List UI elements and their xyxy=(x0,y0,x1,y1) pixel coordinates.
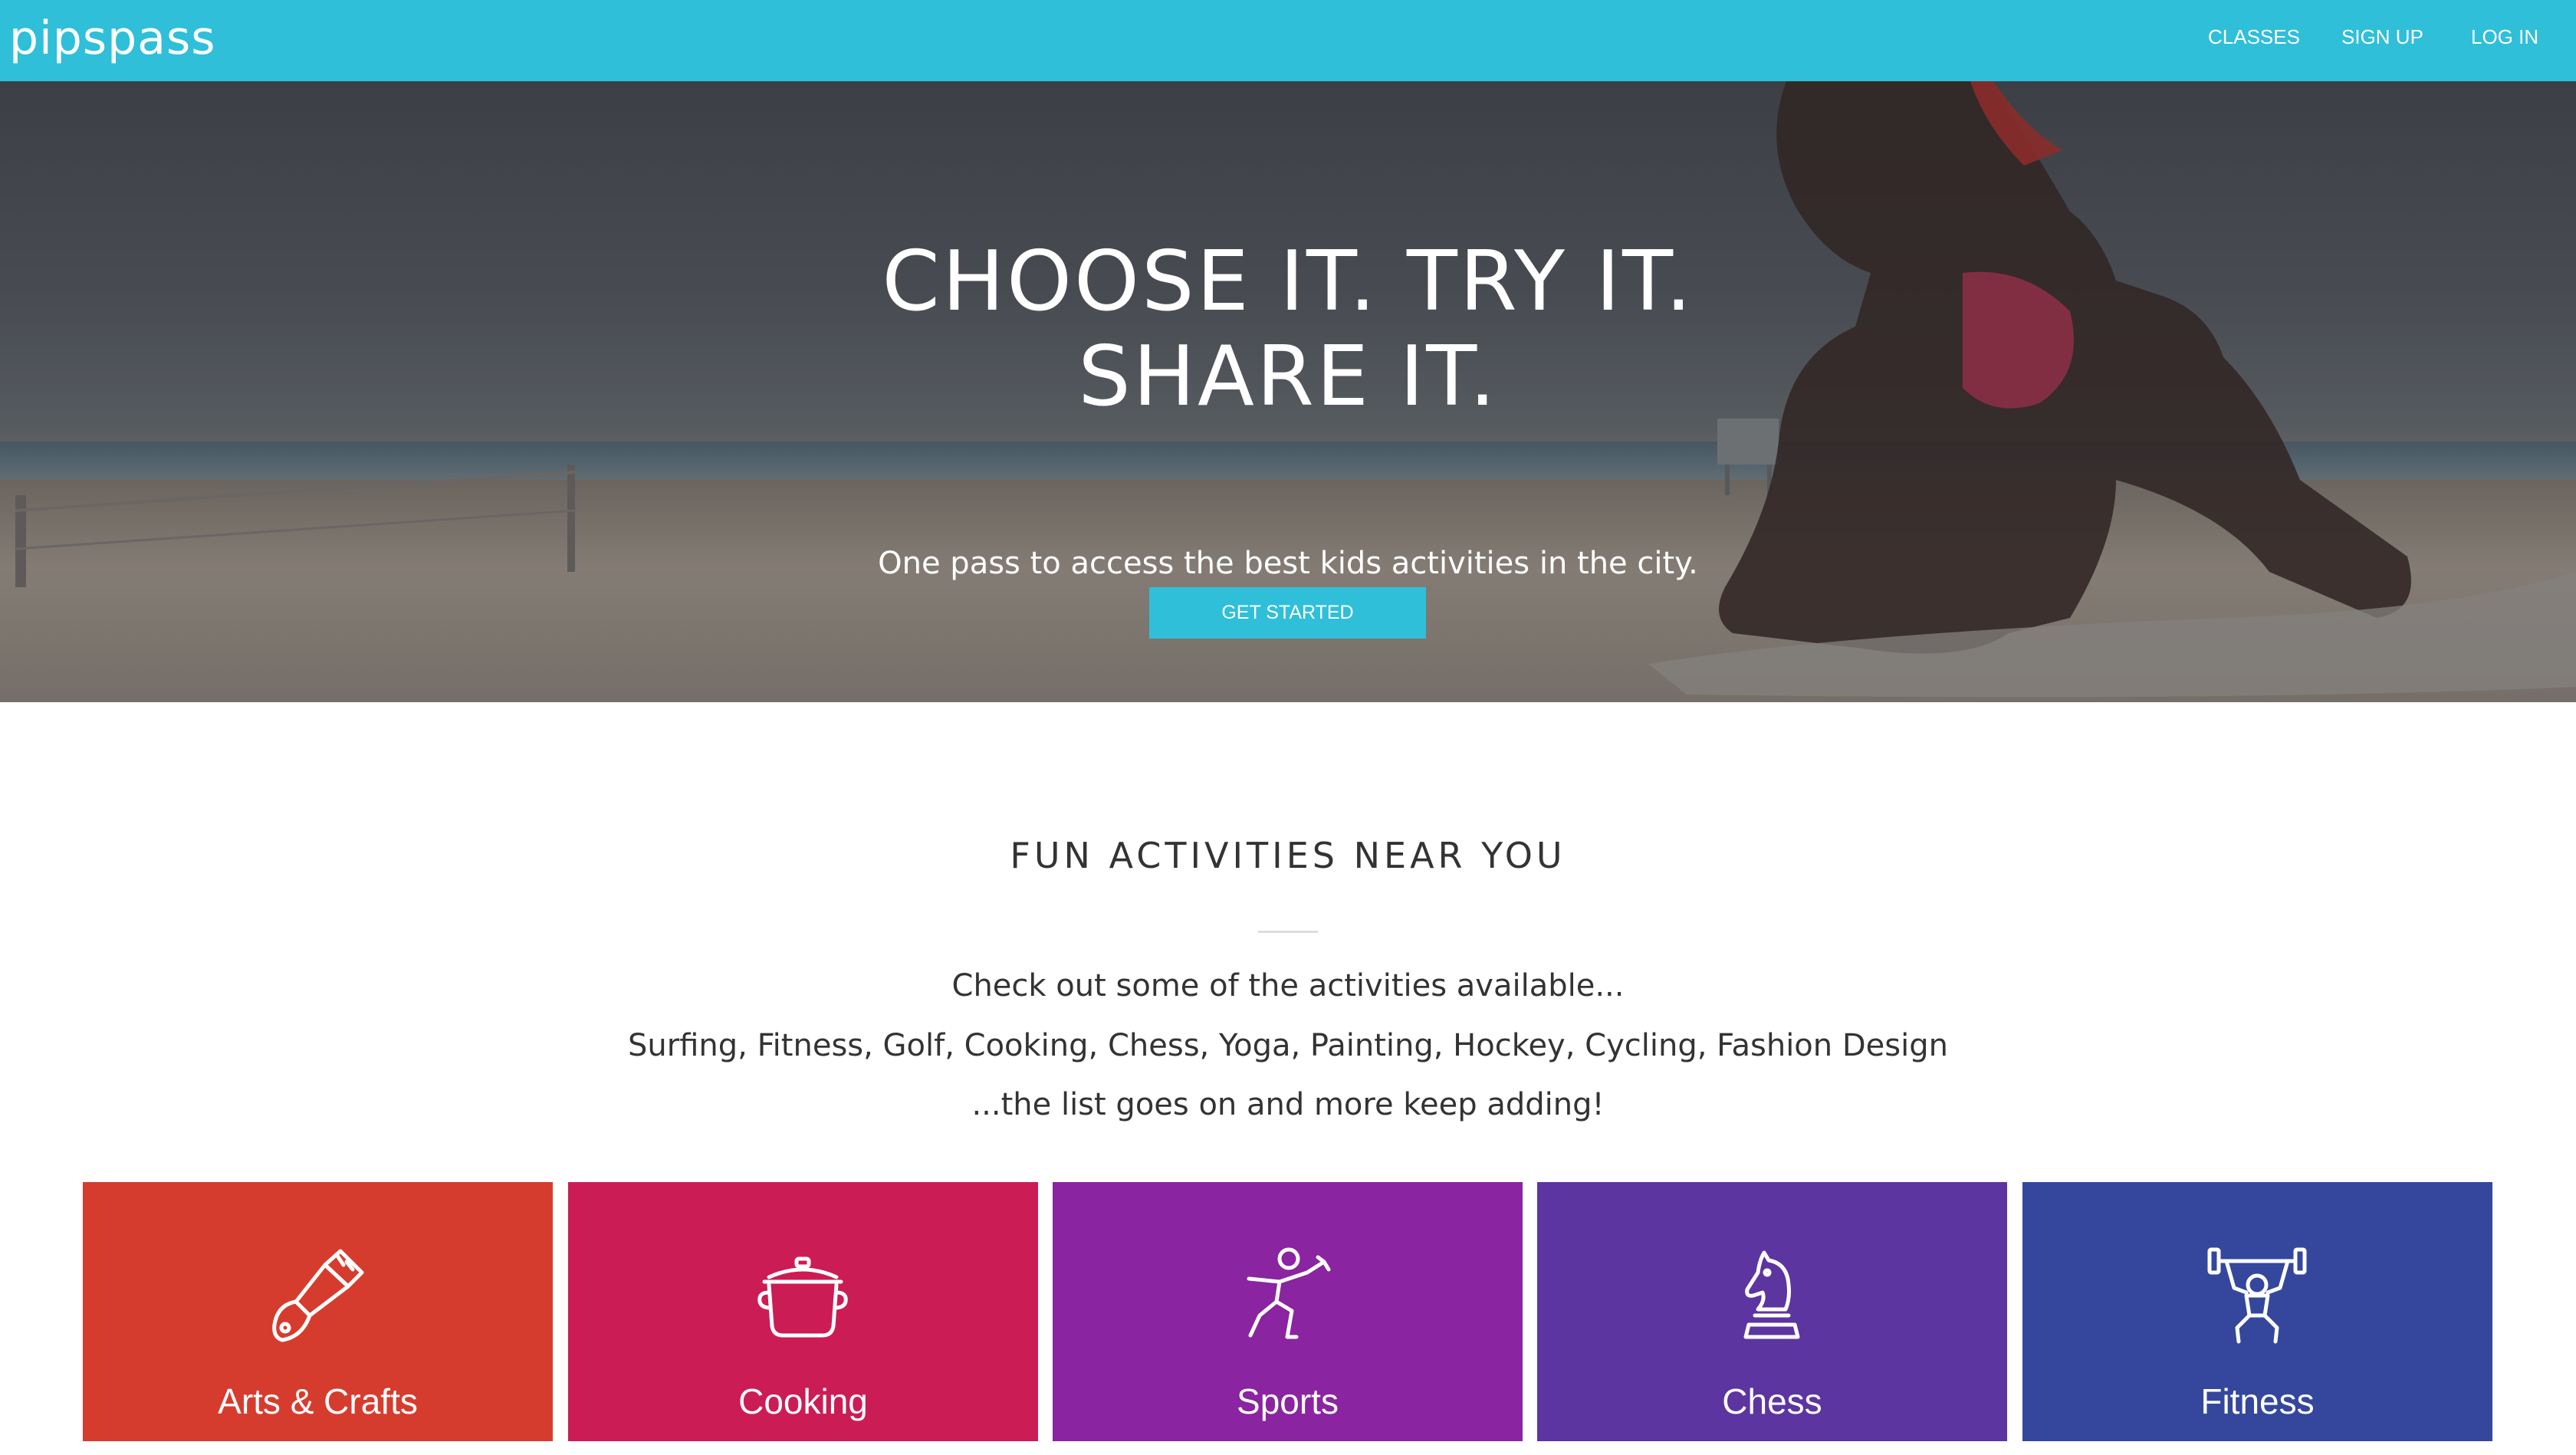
activity-card-cooking[interactable]: Cooking xyxy=(568,1182,1038,1441)
nav-login-link[interactable]: LOG IN xyxy=(2471,23,2538,51)
paintbrush-icon xyxy=(272,1249,364,1342)
get-started-button[interactable]: GET STARTED xyxy=(1149,587,1426,639)
activity-card-label: Chess xyxy=(1722,1381,1822,1421)
activities-list-line: Surfing, Fitness, Golf, Cooking, Chess, … xyxy=(628,1028,1948,1063)
activity-card-sports[interactable]: Sports xyxy=(1053,1182,1523,1441)
activity-card-label: Arts & Crafts xyxy=(218,1381,418,1421)
nav-classes-link[interactable]: CLASSES xyxy=(2208,23,2300,51)
top-navbar: pipspass CLASSES SIGN UP LOG IN xyxy=(0,0,2576,81)
section-divider xyxy=(1258,931,1318,933)
chess-knight-icon xyxy=(1743,1250,1800,1339)
hero-subtitle: One pass to access the best kids activit… xyxy=(878,546,1698,581)
weightlifter-icon xyxy=(2207,1247,2307,1344)
nav-signup-link[interactable]: SIGN UP xyxy=(2341,23,2423,51)
cooking-pot-icon xyxy=(757,1256,848,1338)
activity-card-arts-crafts[interactable]: Arts & Crafts xyxy=(83,1182,553,1441)
hero-title-line2: SHARE IT. xyxy=(1078,329,1498,425)
activities-title: FUN ACTIVITIES NEAR YOU xyxy=(1010,835,1566,876)
activity-card-label: Sports xyxy=(1237,1381,1339,1421)
activity-card-chess[interactable]: Chess xyxy=(1537,1182,2007,1441)
activity-card-label: Fitness xyxy=(2200,1381,2315,1421)
hero-title: CHOOSE IT. TRY IT. SHARE IT. xyxy=(751,235,1825,425)
activities-outro-line: ...the list goes on and more keep adding… xyxy=(971,1087,1605,1122)
activities-intro-line: Check out some of the activities availab… xyxy=(951,968,1625,1003)
activity-card-label: Cooking xyxy=(738,1381,868,1421)
running-person-icon xyxy=(1247,1247,1331,1339)
activity-card-fitness[interactable]: Fitness xyxy=(2022,1182,2492,1441)
hero-title-line1: CHOOSE IT. TRY IT. xyxy=(882,234,1694,330)
logo[interactable]: pipspass xyxy=(9,6,215,71)
